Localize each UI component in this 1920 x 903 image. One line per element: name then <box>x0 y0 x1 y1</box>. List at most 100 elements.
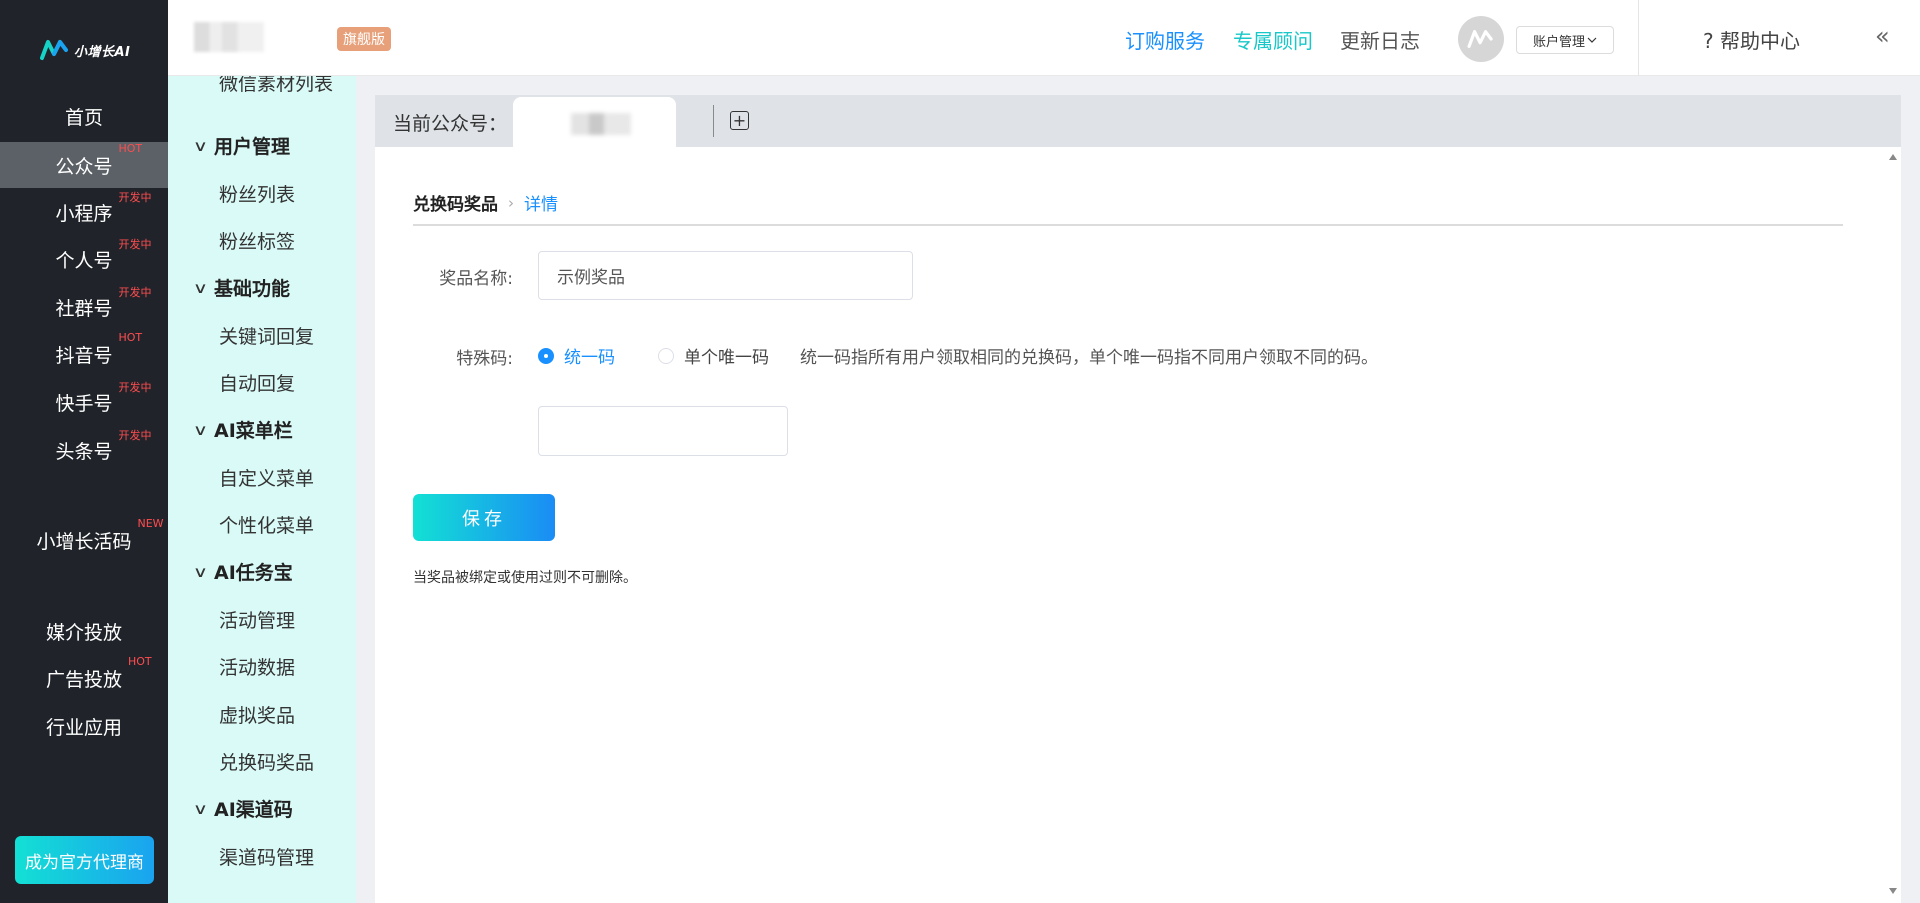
nav-item-label: 首页 <box>64 106 103 129</box>
question-icon: ? <box>1703 29 1714 53</box>
group-title: AI菜单栏 <box>213 420 293 442</box>
add-account-icon[interactable]: + <box>730 111 749 130</box>
sub-item-material-list[interactable]: 微信素材列表 <box>219 76 333 96</box>
sub-item-keyword-reply[interactable]: 关键词回复 <box>219 322 314 349</box>
group-title: 基础功能 <box>213 278 290 300</box>
nav-item-label: 行业应用 <box>45 716 122 739</box>
nav-item-douyin[interactable]: 抖音号 HOT <box>0 331 168 377</box>
radio-unified-code[interactable]: 统一码 <box>538 343 615 368</box>
group-ai-task[interactable]: ∨ AI任务宝 <box>192 558 293 585</box>
radio-label: 单个唯一码 <box>684 348 769 368</box>
nav-item-label: 抖音号 <box>55 344 113 367</box>
hot-badge: HOT <box>118 141 143 155</box>
avatar[interactable] <box>1458 16 1504 62</box>
radio-unchecked-icon <box>658 347 674 364</box>
scroll-down-icon[interactable] <box>1889 888 1897 894</box>
special-code-hint: 统一码指所有用户领取相同的兑换码，单个唯一码指不同用户领取不同的码。 <box>800 348 1378 368</box>
blurred-account-name <box>571 113 631 135</box>
radio-unique-code[interactable]: 单个唯一码 <box>658 343 769 368</box>
chevron-down-icon: ∨ <box>192 420 209 439</box>
chevron-down-icon: ∨ <box>192 278 209 297</box>
help-center-label: 帮助中心 <box>1719 29 1800 53</box>
nav-item-personal[interactable]: 个人号 开发中 <box>0 236 168 282</box>
account-tabbar: 当前公众号： + <box>375 95 1901 147</box>
nav-item-label: 社群号 <box>55 297 113 320</box>
nav-item-ads[interactable]: 广告投放 HOT <box>0 655 168 701</box>
group-user-management[interactable]: ∨ 用户管理 <box>192 132 290 159</box>
sub-item-activity-data[interactable]: 活动数据 <box>219 653 295 680</box>
sub-item-fans-list[interactable]: 粉丝列表 <box>219 180 295 207</box>
nav-item-official-account[interactable]: 公众号 HOT <box>0 142 168 188</box>
new-badge: NEW <box>137 516 164 530</box>
nav-item-toutiao[interactable]: 头条号 开发中 <box>0 427 168 473</box>
sub-item-activity-management[interactable]: 活动管理 <box>219 606 295 633</box>
group-title: AI渠道码 <box>213 799 293 821</box>
main-sidebar: 小增长AI 首页 公众号 HOT 小程序 开发中 个人号 开发中 社群号 开发中 抖音号… <box>0 0 168 903</box>
breadcrumb-parent[interactable]: 兑换码奖品 <box>413 190 498 215</box>
become-agent-button[interactable]: 成为官方代理商 <box>15 836 154 884</box>
sub-item-redeem-code-prize[interactable]: 兑换码奖品 <box>219 748 314 775</box>
nav-item-label: 小程序 <box>55 202 113 225</box>
chevron-down-icon: ∨ <box>192 799 209 818</box>
prize-name-input[interactable] <box>538 251 913 300</box>
sub-item-channel-code-management[interactable]: 渠道码管理 <box>219 843 314 870</box>
breadcrumb: 兑换码奖品 › 详情 <box>413 190 558 216</box>
header-divider <box>1638 0 1639 76</box>
nav-item-media[interactable]: 媒介投放 <box>0 608 168 654</box>
group-title: AI任务宝 <box>213 562 293 584</box>
group-ai-menu[interactable]: ∨ AI菜单栏 <box>192 416 293 443</box>
dev-badge: 开发中 <box>118 237 152 251</box>
sub-item-custom-menu[interactable]: 自定义菜单 <box>219 464 314 491</box>
dev-badge: 开发中 <box>118 285 152 299</box>
nav-item-label: 小增长活码 <box>36 530 132 553</box>
edition-badge: 旗舰版 <box>337 27 391 51</box>
collapse-sidebar-icon[interactable]: « <box>1875 22 1890 50</box>
blurred-account-name <box>194 22 264 52</box>
nav-item-label: 广告投放 <box>45 668 122 691</box>
nav-item-live-code[interactable]: 小增长活码 NEW <box>0 517 168 563</box>
account-menu-label: 账户管理 <box>1532 34 1585 50</box>
account-menu-dropdown[interactable]: 账户管理 <box>1516 26 1614 54</box>
sub-menu: 微信素材列表 ∨ 用户管理 粉丝列表 粉丝标签 ∨ 基础功能 关键词回复 自动回复 … <box>168 76 356 903</box>
scroll-up-icon[interactable] <box>1889 154 1897 160</box>
changelog-link[interactable]: 更新日志 <box>1340 25 1420 54</box>
brand-name: 小增长AI <box>74 44 131 60</box>
chevron-down-icon: ∨ <box>192 136 209 155</box>
nav-item-mini-program[interactable]: 小程序 开发中 <box>0 189 168 235</box>
current-account-tab[interactable] <box>513 97 676 147</box>
dev-badge: 开发中 <box>118 380 152 394</box>
nav-item-label: 个人号 <box>55 249 113 272</box>
sub-item-personalized-menu[interactable]: 个性化菜单 <box>219 511 314 538</box>
group-title: 用户管理 <box>213 136 290 158</box>
sub-item-virtual-prize[interactable]: 虚拟奖品 <box>219 701 295 728</box>
nav-item-industry[interactable]: 行业应用 <box>0 703 168 749</box>
logo-icon <box>40 40 68 60</box>
tab-divider <box>713 105 714 137</box>
nav-item-kuaishou[interactable]: 快手号 开发中 <box>0 379 168 425</box>
radio-label: 统一码 <box>564 348 615 368</box>
nav-item-home[interactable]: 首页 <box>0 93 168 139</box>
avatar-logo-icon <box>1467 30 1493 48</box>
top-header: 旗舰版 订购服务 专属顾问 更新日志 账户管理 ? 帮助中心 « <box>168 0 1920 76</box>
nav-item-label: 公众号 <box>55 155 113 178</box>
chevron-down-icon <box>1587 37 1597 43</box>
special-code-label: 特殊码: <box>456 349 513 369</box>
radio-checked-icon <box>538 347 554 364</box>
group-basic-functions[interactable]: ∨ 基础功能 <box>192 274 290 301</box>
nav-item-community[interactable]: 社群号 开发中 <box>0 284 168 330</box>
sub-item-auto-reply[interactable]: 自动回复 <box>219 369 295 396</box>
sub-item-fans-tags[interactable]: 粉丝标签 <box>219 227 295 254</box>
prize-name-label: 奖品名称: <box>439 269 513 289</box>
help-center-link[interactable]: ? 帮助中心 <box>1703 25 1800 54</box>
nav-item-label: 头条号 <box>55 440 113 463</box>
redeem-code-input[interactable] <box>538 406 788 456</box>
subscribe-link[interactable]: 订购服务 <box>1125 25 1205 54</box>
consultant-link[interactable]: 专属顾问 <box>1233 25 1313 54</box>
breadcrumb-current: 详情 <box>524 195 558 215</box>
breadcrumb-divider <box>413 224 1843 226</box>
scrollbar[interactable] <box>1887 150 1901 903</box>
save-button[interactable]: 保存 <box>413 494 555 541</box>
group-ai-channel-code[interactable]: ∨ AI渠道码 <box>192 795 293 822</box>
chevron-down-icon: ∨ <box>192 562 209 581</box>
brand-logo[interactable]: 小增长AI <box>40 36 140 64</box>
